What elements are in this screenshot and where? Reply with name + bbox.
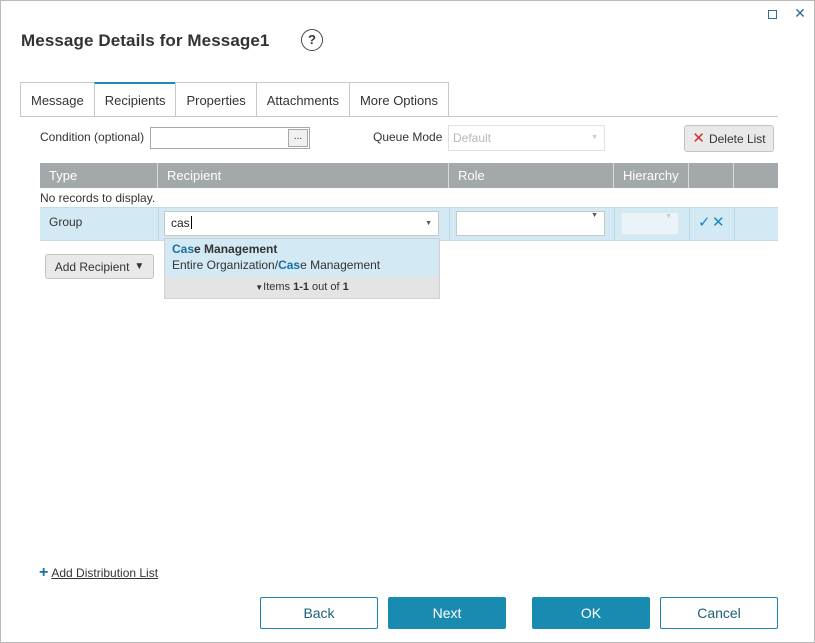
suggestion-name: Case Management — [172, 242, 439, 257]
cancel-button[interactable]: Cancel — [660, 597, 778, 629]
dialog-title: Message Details for Message1 — [21, 31, 270, 50]
footer-range: 1-1 — [293, 281, 309, 293]
help-icon[interactable]: ? — [301, 29, 323, 51]
autocomplete-footer: ▼Items 1-1 out of 1 — [165, 277, 439, 298]
tab-message[interactable]: Message — [20, 82, 94, 117]
column-header-hierarchy[interactable]: Hierarchy — [614, 163, 689, 188]
column-header-role[interactable]: Role — [449, 163, 614, 188]
back-button[interactable]: Back — [260, 597, 378, 629]
recipient-autocomplete-list: Case Management Entire Organization/Case… — [164, 238, 440, 299]
column-divider — [449, 208, 450, 240]
close-icon[interactable]: ✕ — [793, 7, 807, 21]
queue-mode-select[interactable]: Default ▼ — [448, 125, 605, 151]
queue-mode-label: Queue Mode — [373, 130, 443, 144]
suggestion-name-rest: e Management — [194, 242, 278, 256]
delete-list-button[interactable]: ✕ Delete List — [684, 125, 774, 152]
footer-prefix: Items — [263, 281, 294, 293]
condition-input[interactable]: ... — [150, 127, 310, 149]
match-highlight: Cas — [172, 242, 195, 256]
grid-header: Type Recipient Role Hierarchy — [40, 163, 778, 188]
maximize-icon[interactable] — [765, 7, 779, 21]
no-records-text: No records to display. — [40, 191, 156, 205]
tab-more-options[interactable]: More Options — [348, 82, 450, 117]
next-button[interactable]: Next — [388, 597, 506, 629]
tab-properties[interactable]: Properties — [175, 82, 256, 117]
column-divider — [734, 208, 735, 240]
caret-down-icon: ▼ — [134, 261, 145, 272]
column-divider — [689, 208, 690, 240]
footer-total: 1 — [342, 281, 349, 293]
tab-bar: Message Recipients Properties Attachment… — [20, 82, 450, 117]
column-header-type[interactable]: Type — [40, 163, 158, 188]
message-details-dialog: ✕ Message Details for Message1 ? Message… — [0, 0, 815, 643]
chevron-down-icon: ▼ — [591, 134, 598, 141]
column-header-recipient[interactable]: Recipient — [158, 163, 449, 188]
suggestion-path-prefix: Entire Organization/ — [172, 258, 279, 272]
add-distribution-list-label: Add Distribution List — [51, 566, 159, 580]
footer-mid: out of — [309, 281, 343, 293]
add-recipient-label: Add Recipient — [54, 259, 130, 274]
chevron-down-icon[interactable]: ▼ — [425, 212, 432, 235]
plus-icon: + — [39, 564, 49, 581]
condition-label: Condition (optional) — [40, 130, 145, 144]
ok-button[interactable]: OK — [532, 597, 650, 629]
role-select[interactable]: ▼ — [456, 211, 605, 236]
recipient-combobox[interactable]: cas ▼ — [164, 211, 439, 236]
chevron-down-icon: ▼ — [665, 213, 672, 220]
tab-divider — [20, 116, 778, 117]
queue-mode-value: Default — [453, 131, 492, 145]
add-recipient-button[interactable]: Add Recipient ▼ — [45, 254, 154, 279]
chevron-down-icon[interactable]: ▼ — [591, 212, 598, 219]
text-cursor — [190, 216, 192, 229]
delete-icon: ✕ — [692, 129, 705, 147]
hierarchy-select[interactable]: ▼ — [621, 212, 679, 235]
list-item[interactable]: Case Management Entire Organization/Case… — [165, 239, 439, 277]
caret-down-icon: ▼ — [255, 283, 264, 292]
tab-recipients[interactable]: Recipients — [93, 82, 176, 117]
column-header-actions — [689, 163, 734, 188]
condition-browse-button[interactable]: ... — [288, 129, 308, 147]
recipient-input-value: cas — [171, 216, 190, 230]
suggestion-path-rest: e Management — [300, 258, 381, 272]
row-type-value: Group — [49, 215, 83, 229]
suggestion-path: Entire Organization/Case Management — [172, 257, 439, 274]
cancel-row-icon[interactable]: ✕ — [712, 213, 725, 231]
match-highlight: Cas — [278, 258, 301, 272]
delete-list-label: Delete List — [708, 131, 766, 146]
column-divider — [158, 208, 159, 240]
column-divider — [614, 208, 615, 240]
tab-attachments[interactable]: Attachments — [255, 82, 349, 117]
add-distribution-list-link[interactable]: + Add Distribution List — [39, 564, 159, 581]
save-row-icon[interactable]: ✓ — [698, 213, 711, 231]
